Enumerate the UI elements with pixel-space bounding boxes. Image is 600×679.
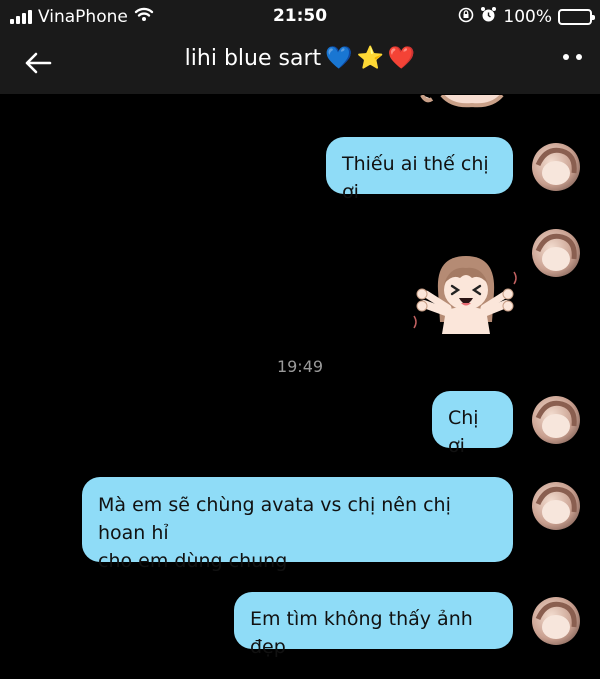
message-timestamp: 19:49 [276, 357, 324, 376]
sticker-happy-girl[interactable] [410, 250, 520, 334]
conversation-title[interactable]: lihi blue sart 💙 ⭐ ❤️ [120, 46, 480, 71]
avatar[interactable] [532, 396, 580, 444]
status-bar: VinaPhone 21:50 100% [0, 0, 600, 32]
arrow-left-icon [25, 52, 52, 74]
contact-name: lihi blue sart [184, 46, 322, 71]
message-text: Chị ơi [448, 407, 479, 457]
dot-icon [576, 54, 582, 60]
battery-icon [558, 9, 595, 25]
alarm-icon [480, 6, 497, 28]
avatar[interactable] [532, 143, 580, 191]
status-right: 100% [458, 6, 595, 28]
blue-heart-emoji: 💙 [325, 46, 353, 71]
avatar[interactable] [532, 482, 580, 530]
avatar[interactable] [532, 597, 580, 645]
message-bubble-outgoing[interactable]: Chị ơi [432, 391, 513, 457]
message-text: Em tìm không thấy ảnh đẹp [250, 608, 473, 658]
avatar[interactable] [532, 229, 580, 277]
message-text: Thiếu ai thế chị ơi [342, 153, 489, 203]
orientation-lock-icon [458, 7, 474, 28]
message-bubble-outgoing[interactable]: Thiếu ai thế chị ơi [326, 137, 513, 203]
dot-icon [563, 54, 569, 60]
message-bubble-outgoing[interactable]: Mà em sẽ chùng avata vs chị nên chị hoan… [82, 477, 513, 572]
message-text-line: cho em dùng chung [98, 550, 288, 572]
more-options-button[interactable] [563, 54, 582, 60]
chat-header: lihi blue sart 💙 ⭐ ❤️ [0, 32, 600, 94]
battery-label: 100% [503, 7, 552, 27]
sticker-partial[interactable] [412, 94, 512, 108]
message-bubble-outgoing[interactable]: Em tìm không thấy ảnh đẹp [234, 592, 513, 658]
back-button[interactable] [18, 44, 58, 82]
red-heart-emoji: ❤️ [387, 46, 416, 71]
message-text-line: Mà em sẽ chùng avata vs chị nên chị hoan… [98, 494, 451, 544]
star-emoji: ⭐ [356, 46, 384, 71]
